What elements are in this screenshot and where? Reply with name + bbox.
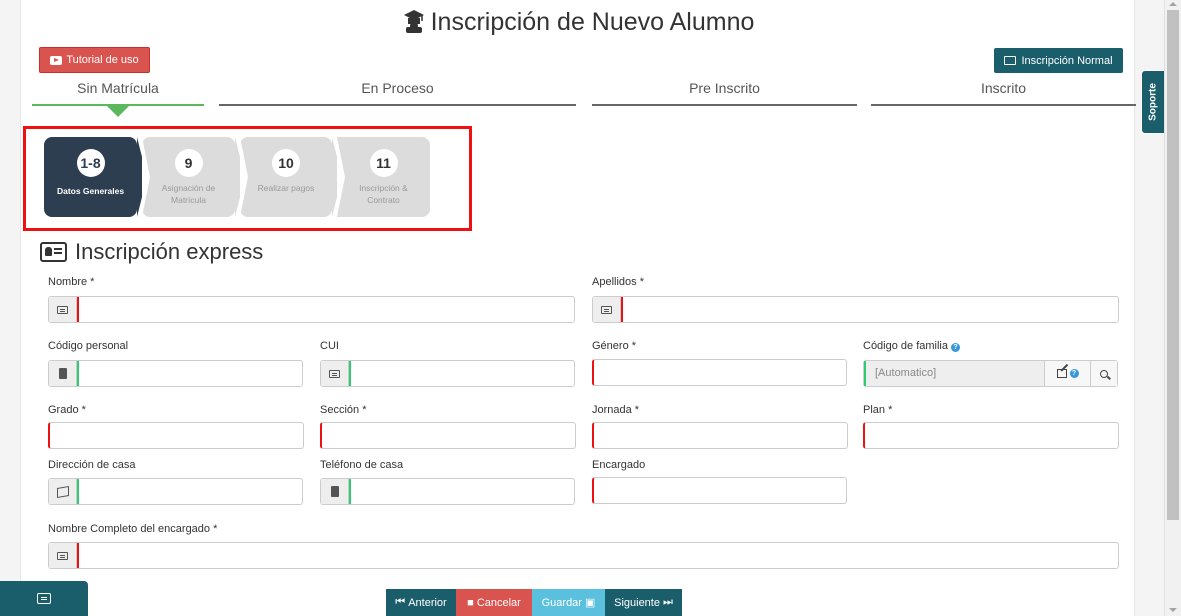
jornada-select[interactable]	[592, 422, 848, 449]
cui-field[interactable]	[320, 360, 575, 387]
step-number: 11	[369, 149, 398, 177]
stage-inscrito[interactable]: Inscrito	[871, 80, 1136, 106]
seccion-select[interactable]	[320, 422, 576, 449]
chat-icon	[37, 593, 51, 604]
telefono-field[interactable]	[320, 478, 575, 505]
codigo-familia-label: Código de familia ?	[863, 340, 961, 352]
nombre-field[interactable]	[48, 296, 575, 323]
direccion-label: Dirección de casa	[48, 459, 136, 471]
anterior-button[interactable]: ⏮ Anterior	[386, 589, 456, 616]
step-number: 1-8	[76, 149, 105, 177]
step-number: 9	[174, 149, 203, 177]
apellidos-field[interactable]	[592, 296, 1119, 323]
step-label: Asignación de Matrícula	[161, 183, 216, 205]
scrollbar-thumb[interactable]	[1167, 10, 1179, 520]
siguiente-button[interactable]: Siguiente ⏭	[605, 589, 682, 616]
map-icon	[56, 485, 69, 498]
page-title: Inscripción de Nuevo Alumno	[21, 8, 1136, 40]
page-title-text: Inscripción de Nuevo Alumno	[430, 8, 755, 36]
scroll-down-icon[interactable]	[1169, 608, 1177, 612]
grado-label: Grado *	[48, 404, 86, 416]
fax-icon	[330, 486, 339, 497]
scroll-up-icon[interactable]	[1169, 2, 1177, 6]
codigo-personal-label: Código personal	[48, 340, 129, 352]
direccion-field[interactable]	[48, 478, 303, 505]
inscripcion-normal-button[interactable]: Inscripción Normal	[994, 48, 1123, 73]
edit-family-button[interactable]: ?	[1044, 361, 1090, 386]
soporte-tab[interactable]: Soporte	[1141, 70, 1165, 134]
stage-label: En Proceso	[361, 80, 434, 96]
stage-label: Sin Matrícula	[77, 80, 159, 96]
plan-label: Plan *	[863, 404, 893, 416]
step-asignacion-matricula[interactable]: 9 Asignación de Matrícula	[142, 137, 245, 217]
cui-label: CUI	[320, 340, 339, 352]
main-panel: Inscripción de Nuevo Alumno Tutorial de …	[20, 0, 1136, 616]
step-forward-icon: ⏭	[662, 596, 673, 608]
search-icon	[1100, 369, 1108, 378]
nombre-label: Nombre *	[48, 276, 95, 288]
graduation-cap-icon	[403, 9, 425, 40]
search-family-button[interactable]	[1090, 361, 1117, 386]
telefono-label: Teléfono de casa	[320, 459, 404, 471]
stage-sin-matricula[interactable]: Sin Matrícula	[32, 80, 204, 117]
nombre-encargado-field[interactable]	[48, 542, 1119, 569]
tutorial-button-label: Tutorial de uso	[66, 54, 139, 66]
section-title: Inscripción express	[40, 239, 263, 265]
apellidos-label: Apellidos *	[592, 276, 644, 288]
seccion-label: Sección *	[320, 404, 367, 416]
list-icon	[57, 305, 68, 314]
save-icon: ▣	[584, 597, 596, 609]
address-card-icon	[40, 242, 67, 262]
building-icon	[58, 368, 67, 379]
vertical-scrollbar[interactable]	[1164, 0, 1181, 616]
list-icon	[329, 369, 340, 378]
chat-button[interactable]	[0, 581, 88, 616]
stop-icon: ■	[467, 596, 474, 609]
list-icon	[57, 551, 68, 560]
codigo-personal-field[interactable]	[48, 360, 303, 387]
step-label: Realizar pagos	[257, 183, 315, 193]
codigo-familia-input[interactable]: [Automatico]	[864, 361, 1044, 386]
genero-select[interactable]	[592, 359, 847, 386]
help-icon[interactable]: ?	[951, 343, 961, 352]
stage-label: Pre Inscrito	[689, 80, 760, 96]
plan-select[interactable]	[863, 422, 1119, 449]
genero-label: Género *	[592, 340, 637, 352]
jornada-label: Jornada *	[592, 404, 640, 416]
encargado-select[interactable]	[592, 477, 847, 504]
tutorial-button[interactable]: Tutorial de uso	[39, 47, 150, 73]
step-datos-generales[interactable]: 1-8 Datos Generales	[44, 137, 147, 217]
stage-pre-inscrito[interactable]: Pre Inscrito	[592, 80, 857, 106]
encargado-label: Encargado	[592, 459, 646, 471]
inscripcion-normal-label: Inscripción Normal	[1021, 54, 1113, 67]
nombre-encargado-label: Nombre Completo del encargado *	[48, 523, 218, 535]
stage-label: Inscrito	[980, 80, 1027, 96]
guardar-button[interactable]: Guardar ▣	[532, 589, 605, 616]
step-realizar-pagos[interactable]: 10 Realizar pagos	[240, 137, 342, 217]
step-inscripcion-contrato[interactable]: 11 Inscripción & Contrato	[337, 137, 430, 217]
section-title-text: Inscripción express	[75, 239, 264, 264]
step-label: Inscripción & Contrato	[359, 183, 408, 205]
cancelar-button[interactable]: ■ Cancelar	[456, 589, 532, 616]
step-backward-icon: ⏮	[395, 596, 406, 608]
list-icon	[601, 305, 612, 314]
youtube-icon	[50, 55, 63, 65]
id-card-icon	[1004, 56, 1017, 65]
codigo-familia-group: [Automatico] ?	[863, 360, 1118, 387]
edit-icon	[1056, 369, 1067, 378]
grado-select[interactable]	[48, 422, 304, 449]
step-number: 10	[272, 149, 300, 177]
stage-en-proceso[interactable]: En Proceso	[219, 80, 576, 106]
help-icon: ?	[1069, 369, 1079, 378]
step-label: Datos Generales	[56, 186, 125, 196]
active-stage-indicator	[107, 106, 129, 117]
